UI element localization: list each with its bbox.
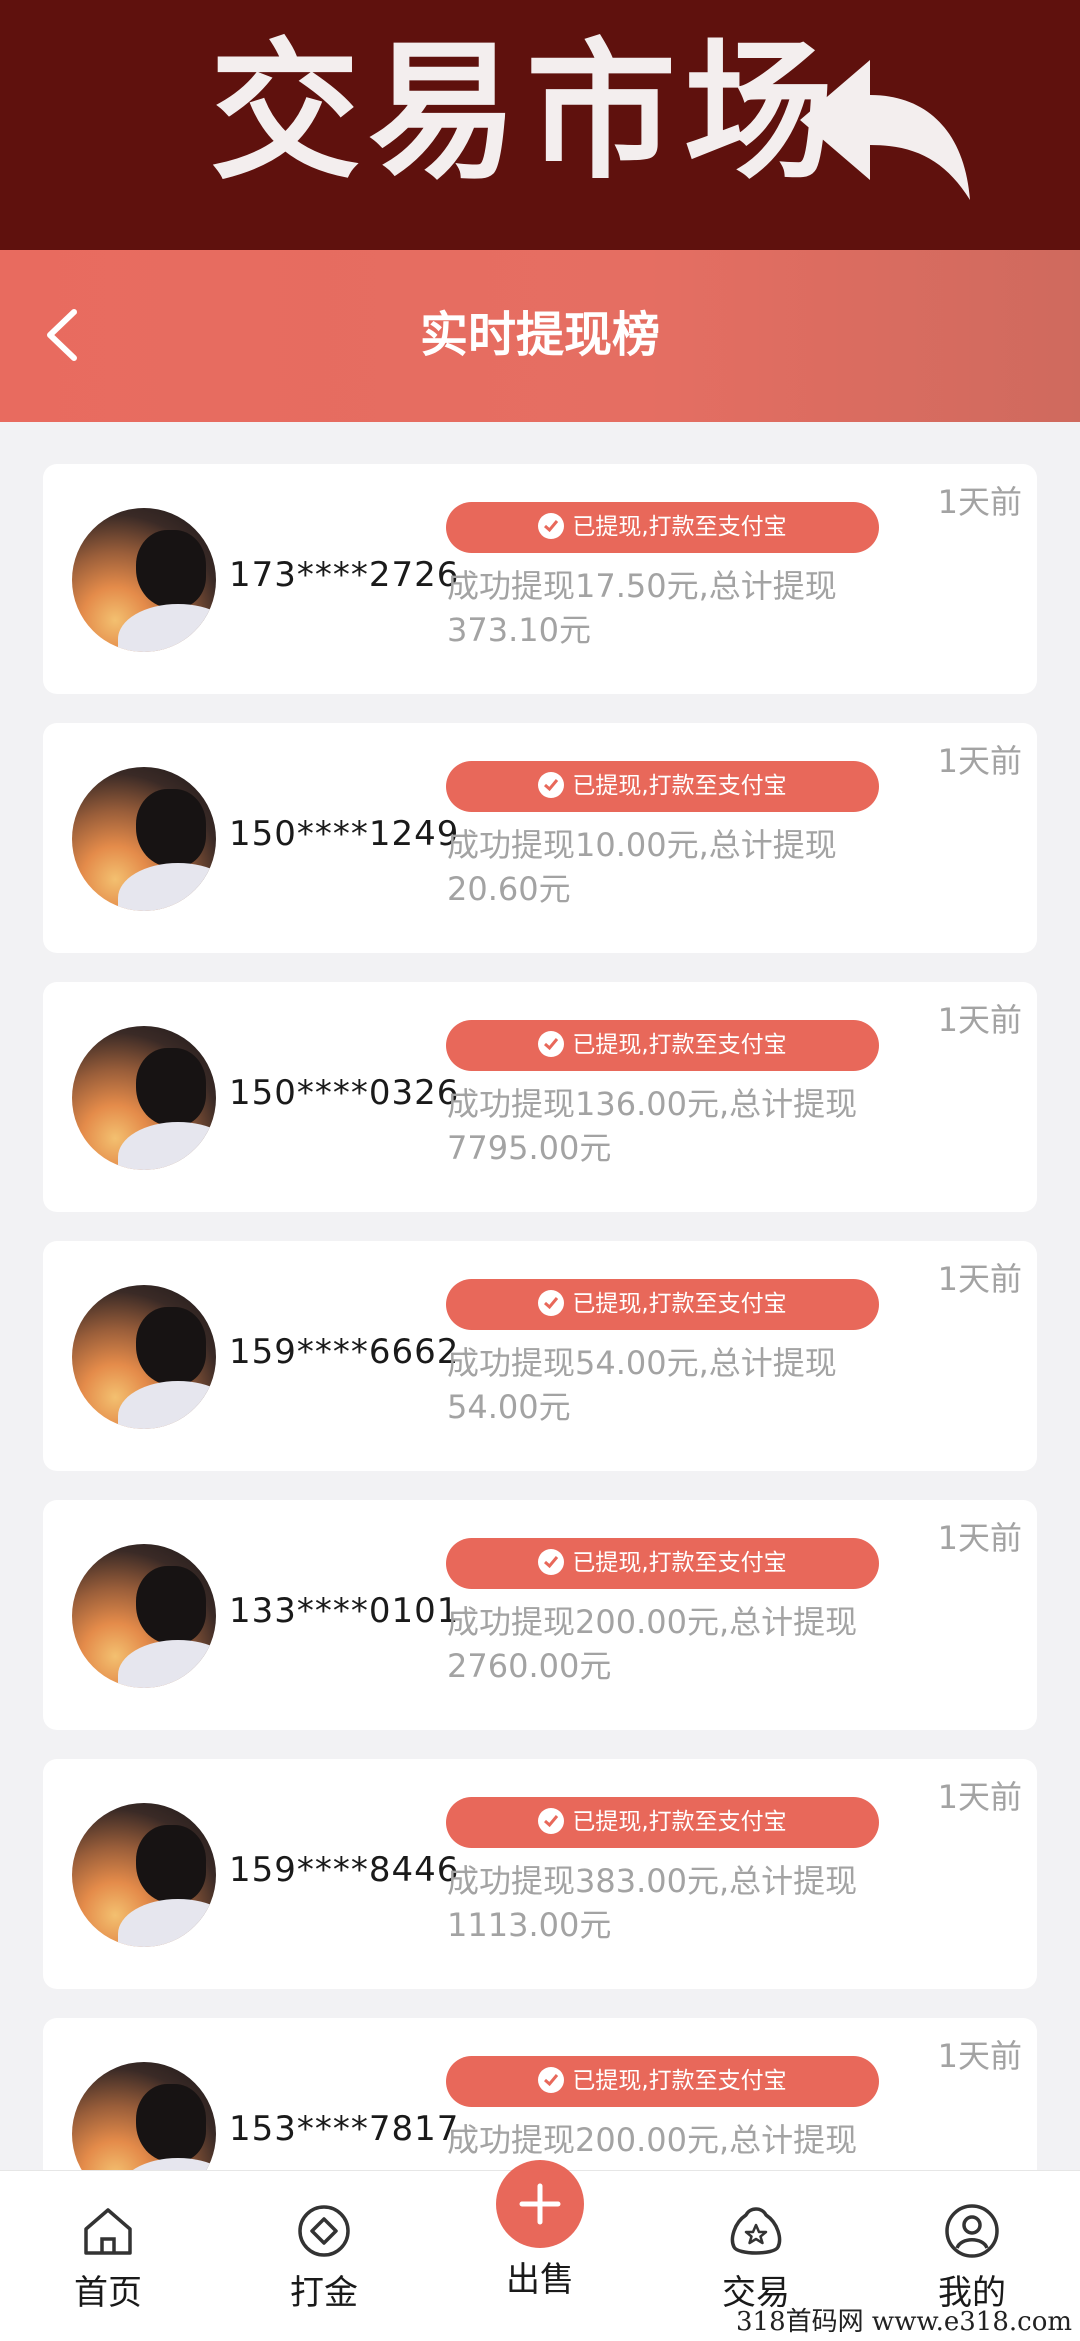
money-bag-icon [730,2207,782,2255]
list-item: 159****6662 已提现,打款至支付宝 成功提现54.00元,总计提现54… [43,1241,1037,1471]
timestamp: 1天前 [937,1260,1022,1298]
sell-button-label: 出售 [506,2260,574,2300]
phone-number: 150****0326 [229,1073,460,1113]
list-item: 173****2726 已提现,打款至支付宝 成功提现17.50元,总计提现37… [43,464,1037,694]
timestamp: 1天前 [937,1519,1022,1557]
check-circle-icon [538,1548,565,1575]
phone-number: 159****8446 [229,1850,460,1890]
plus-icon [519,2183,561,2225]
tab-home-label: 首页 [74,2273,142,2313]
avatar [72,1544,216,1688]
status-badge: 已提现,打款至支付宝 [446,1538,879,1589]
timestamp: 1天前 [937,742,1022,780]
check-circle-icon [538,2066,565,2093]
banner-title: 交易市场 [210,26,843,200]
phone-number: 133****0101 [229,1591,460,1631]
page-header: 实时提现榜 [0,250,1080,422]
withdrawal-description: 成功提现10.00元,总计提现20.60元 [447,826,837,908]
status-badge: 已提现,打款至支付宝 [446,1279,879,1330]
list-item: 150****1249 已提现,打款至支付宝 成功提现10.00元,总计提现20… [43,723,1037,953]
list-item: 133****0101 已提现,打款至支付宝 成功提现200.00元,总计提现2… [43,1500,1037,1730]
avatar [72,508,216,652]
avatar [72,1026,216,1170]
watermark: 318首码网 www.e318.com [736,2307,1072,2337]
tab-dajin[interactable]: 打金 [244,2171,404,2341]
status-badge: 已提现,打款至支付宝 [446,2056,879,2107]
check-circle-icon [538,1030,565,1057]
tab-dajin-label: 打金 [290,2273,358,2313]
withdrawal-list: 173****2726 已提现,打款至支付宝 成功提现17.50元,总计提现37… [43,464,1037,2277]
timestamp: 1天前 [937,1001,1022,1039]
tab-home[interactable]: 首页 [28,2171,188,2341]
list-item: 159****8446 已提现,打款至支付宝 成功提现383.00元,总计提现1… [43,1759,1037,1989]
check-circle-icon [538,1807,565,1834]
status-badge: 已提现,打款至支付宝 [446,761,879,812]
avatar [72,1803,216,1947]
status-badge: 已提现,打款至支付宝 [446,1020,879,1071]
curved-arrow-icon [800,60,970,200]
withdrawal-description: 成功提现136.00元,总计提现7795.00元 [447,1085,858,1167]
phone-number: 173****2726 [229,555,460,595]
check-circle-icon [538,771,565,798]
status-badge: 已提现,打款至支付宝 [446,502,879,553]
home-icon [84,2208,132,2255]
timestamp: 1天前 [937,1778,1022,1816]
check-circle-icon [538,512,565,539]
timestamp: 1天前 [937,2037,1022,2075]
status-badge: 已提现,打款至支付宝 [446,1797,879,1848]
top-banner: 交易市场 [0,0,1080,250]
withdrawal-description: 成功提现383.00元,总计提现1113.00元 [447,1862,858,1944]
phone-number: 159****6662 [229,1332,460,1372]
withdrawal-description: 成功提现200.00元,总计提现 [447,2121,858,2159]
diamond-coin-icon [298,2205,350,2257]
avatar [72,1285,216,1429]
check-circle-icon [538,1289,565,1316]
list-item: 150****0326 已提现,打款至支付宝 成功提现136.00元,总计提现7… [43,982,1037,1212]
withdrawal-description: 成功提现17.50元,总计提现373.10元 [447,567,837,649]
phone-number: 153****7817 [229,2109,460,2149]
sell-button[interactable] [496,2160,584,2248]
page-title: 实时提现榜 [419,307,660,363]
avatar [72,767,216,911]
withdrawal-description: 成功提现54.00元,总计提现54.00元 [447,1344,837,1426]
user-profile-icon [945,2204,999,2258]
timestamp: 1天前 [937,483,1022,521]
phone-number: 150****1249 [229,814,460,854]
withdrawal-description: 成功提现200.00元,总计提现2760.00元 [447,1603,858,1685]
